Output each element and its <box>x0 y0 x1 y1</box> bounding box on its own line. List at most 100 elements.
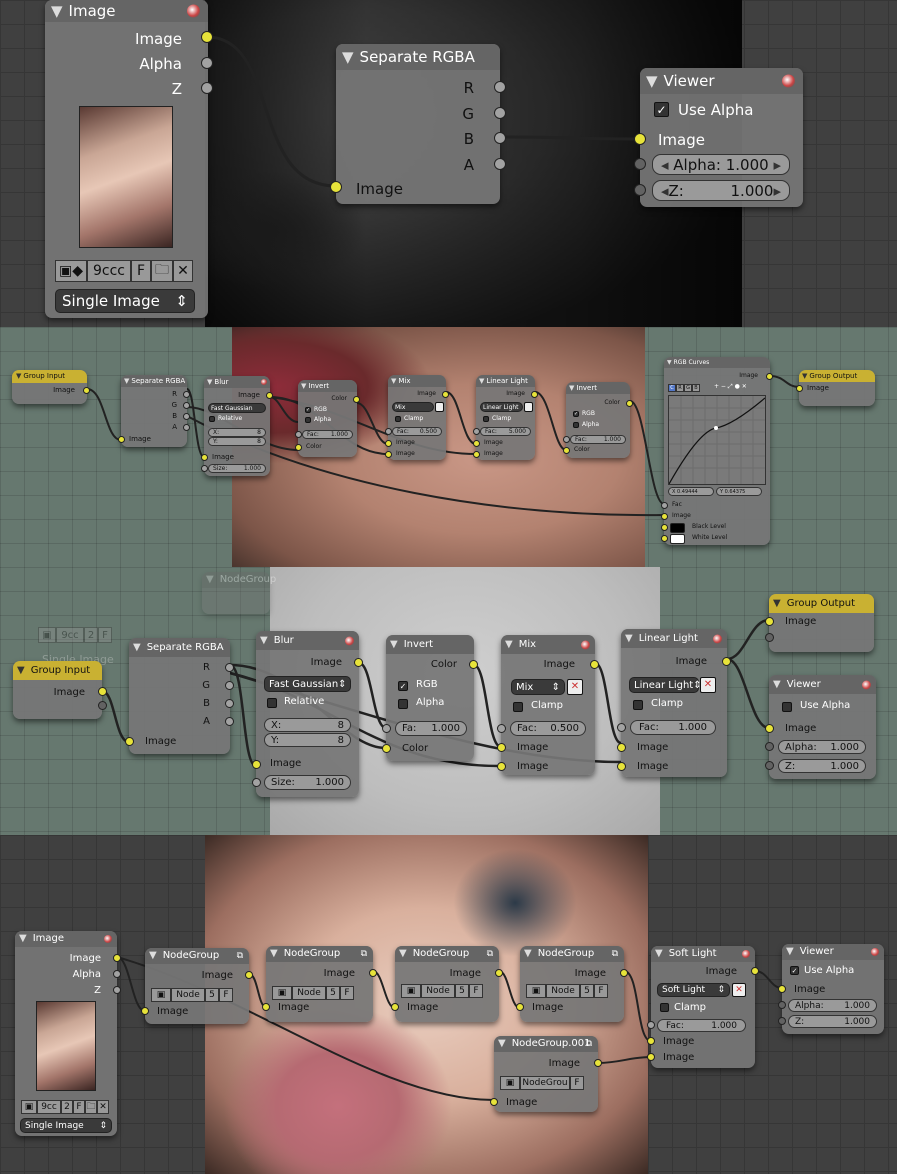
socket-in-image-2[interactable] <box>617 762 626 771</box>
socket-out-a[interactable] <box>183 424 190 431</box>
rgb-curves-node[interactable]: ▼ RGB Curves Image C R G B + − ⤢ ● ✕ X 0.… <box>661 357 773 545</box>
mix-node[interactable]: ▼ Mix Image Mix ⇕ ✕ Clamp Fac: 0.500 Image … <box>497 635 599 775</box>
group-browse-icon[interactable]: ▣ <box>272 986 292 1000</box>
socket-out-a[interactable] <box>225 717 234 726</box>
socket-out-image[interactable] <box>590 660 599 669</box>
linear-light-node[interactable]: ▼ Linear Light Image Linear Light ⇕ ✕ Clam… <box>617 629 731 777</box>
invert-header[interactable]: ▼ Invert <box>298 380 357 392</box>
collapse-triangle-icon[interactable]: ▼ <box>773 675 781 694</box>
blur-x-field[interactable]: X: 8 <box>264 718 351 732</box>
collapse-triangle-icon[interactable]: ▼ <box>133 638 141 657</box>
blur-node[interactable]: ▼ Blur Image Fast Gaussian Relative X: 8 Y… <box>201 376 273 476</box>
socket-out-image[interactable] <box>594 1059 602 1067</box>
socket-in-image[interactable] <box>765 617 774 626</box>
use-alpha-checkbox[interactable]: ✓ <box>790 966 799 975</box>
socket-in-image[interactable] <box>765 724 774 733</box>
socket-out-image[interactable] <box>266 392 273 399</box>
socket-out-r[interactable] <box>494 81 506 93</box>
socket-in-alpha[interactable] <box>634 158 646 170</box>
blur-x-field[interactable]: X: 8 <box>208 428 266 437</box>
socket-in-image-2[interactable] <box>647 1053 655 1061</box>
socket-in-image[interactable] <box>118 436 125 443</box>
socket-in-color[interactable] <box>382 744 391 753</box>
collapse-triangle-icon[interactable]: ▼ <box>16 370 21 383</box>
blur-filter-dropdown[interactable]: Fast Gaussian <box>208 403 266 413</box>
image-node-header[interactable]: ▼ Image <box>45 0 208 22</box>
color-picker-icon[interactable]: ✕ <box>700 677 716 693</box>
collapse-triangle-icon[interactable]: ▼ <box>399 946 407 962</box>
group-output-header[interactable]: ▼ Group Output <box>799 370 875 382</box>
invert-header[interactable]: ▼ Invert <box>386 635 474 654</box>
socket-in-image[interactable] <box>796 385 803 392</box>
socket-in-image[interactable] <box>262 1003 270 1011</box>
socket-out-b[interactable] <box>225 699 234 708</box>
blend-mode-dropdown[interactable]: Mix ⇕ <box>511 679 565 695</box>
collapse-triangle-icon[interactable]: ▼ <box>342 44 354 70</box>
blur-header[interactable]: ▼ Blur <box>256 631 359 650</box>
group-edit-icon[interactable]: ⧉ <box>612 946 618 962</box>
socket-in-image-2[interactable] <box>385 451 392 458</box>
image-node[interactable]: ▼ Image Image Alpha Z ▣◆ 9ccc F 🗀 ✕ Singl… <box>45 0 213 318</box>
socket-in-size[interactable] <box>252 778 261 787</box>
blend-mode-dropdown[interactable]: Linear Light ⇕ <box>629 677 702 693</box>
socket-out-color[interactable] <box>353 396 360 403</box>
fake-user-button[interactable]: F <box>131 260 151 282</box>
socket-in-fac[interactable] <box>385 428 392 435</box>
node-editor-panel-2[interactable]: ▼ Group Input Image ▼ Separate RGBA R G B … <box>0 327 897 567</box>
blur-size-field[interactable]: Size: 1.000 <box>264 775 351 790</box>
alpha-field[interactable]: ◂ Alpha: 1.000 ▸ <box>652 154 790 175</box>
fake-user-button[interactable]: F <box>73 1100 85 1114</box>
group-name-field[interactable]: Node <box>546 984 580 998</box>
node-editor-panel-1[interactable]: ▼ Image Image Alpha Z ▣◆ 9ccc F 🗀 ✕ Singl… <box>0 0 897 327</box>
socket-in-z[interactable] <box>634 184 646 196</box>
collapse-triangle-icon[interactable]: ▼ <box>655 946 663 962</box>
socket-out-r[interactable] <box>225 663 234 672</box>
z-field[interactable]: Z: 1.000 <box>778 759 866 773</box>
socket-out-image[interactable] <box>751 967 759 975</box>
collapse-triangle-icon[interactable]: ▼ <box>391 375 396 387</box>
image-node-header[interactable]: ▼ Image <box>15 931 117 947</box>
socket-in-color[interactable] <box>563 447 570 454</box>
socket-in-fac[interactable] <box>295 431 302 438</box>
socket-out-g[interactable] <box>225 681 234 690</box>
fake-user-button[interactable]: F <box>340 986 354 1000</box>
socket-in-color[interactable] <box>295 444 302 451</box>
x-icon[interactable]: ✕ <box>173 260 193 282</box>
socket-in-image[interactable] <box>516 1003 524 1011</box>
blur-filter-dropdown[interactable]: Fast Gaussian ⇕ <box>264 676 351 692</box>
rgb-checkbox[interactable]: ✓ <box>305 407 311 413</box>
clamp-checkbox[interactable] <box>513 702 523 712</box>
alpha-field[interactable]: Alpha: 1.000 <box>788 999 877 1012</box>
collapse-triangle-icon[interactable]: ▼ <box>270 946 278 962</box>
socket-out-g[interactable] <box>494 107 506 119</box>
socket-out-b[interactable] <box>494 132 506 144</box>
group-name-field[interactable]: NodeGrou <box>520 1076 570 1090</box>
socket-out-image[interactable] <box>83 387 90 394</box>
color-picker-icon[interactable]: ✕ <box>732 983 746 997</box>
linear-light-header[interactable]: ▼ Linear Light <box>476 375 535 387</box>
channel-b-button[interactable]: B <box>692 384 700 392</box>
socket-in-image[interactable] <box>391 1003 399 1011</box>
close-dot-icon[interactable] <box>862 680 871 689</box>
rgb-curves-header[interactable]: ▼ RGB Curves <box>664 357 770 368</box>
collapse-triangle-icon[interactable]: ▼ <box>524 946 532 962</box>
use-alpha-checkbox[interactable]: ✓ <box>654 102 669 117</box>
group-edit-icon[interactable]: ⧉ <box>237 948 243 964</box>
nodegroup-node-4[interactable]: ▼ NodeGroup ⧉ Image ▣ Node 5 F Image <box>516 946 628 1022</box>
viewer-header[interactable]: ▼ Viewer <box>640 68 803 94</box>
image-name-field[interactable]: 9ccc <box>87 260 131 282</box>
collapse-triangle-icon[interactable]: ▼ <box>786 944 794 960</box>
socket-out-image[interactable] <box>201 31 213 43</box>
curve-x-readout[interactable]: X 0.49444 <box>668 487 714 496</box>
fake-user-button[interactable]: F <box>469 984 483 998</box>
socket-in-image[interactable] <box>125 737 134 746</box>
mix-header[interactable]: ▼ Mix <box>501 635 595 654</box>
group-users-count[interactable]: 5 <box>455 984 469 998</box>
group-input-node[interactable]: ▼ Group Input Image <box>13 661 107 719</box>
mix-node[interactable]: ▼ Mix Image Mix Clamp Fac: 0.500 Image Ima… <box>385 375 449 460</box>
group-edit-icon[interactable]: ⧉ <box>487 946 493 962</box>
collapse-triangle-icon[interactable]: ▼ <box>625 629 633 648</box>
linear-light-header[interactable]: ▼ Linear Light <box>621 629 727 648</box>
socket-out-r[interactable] <box>183 391 190 398</box>
separate-rgba-header[interactable]: ▼ Separate RGBA <box>129 638 230 657</box>
